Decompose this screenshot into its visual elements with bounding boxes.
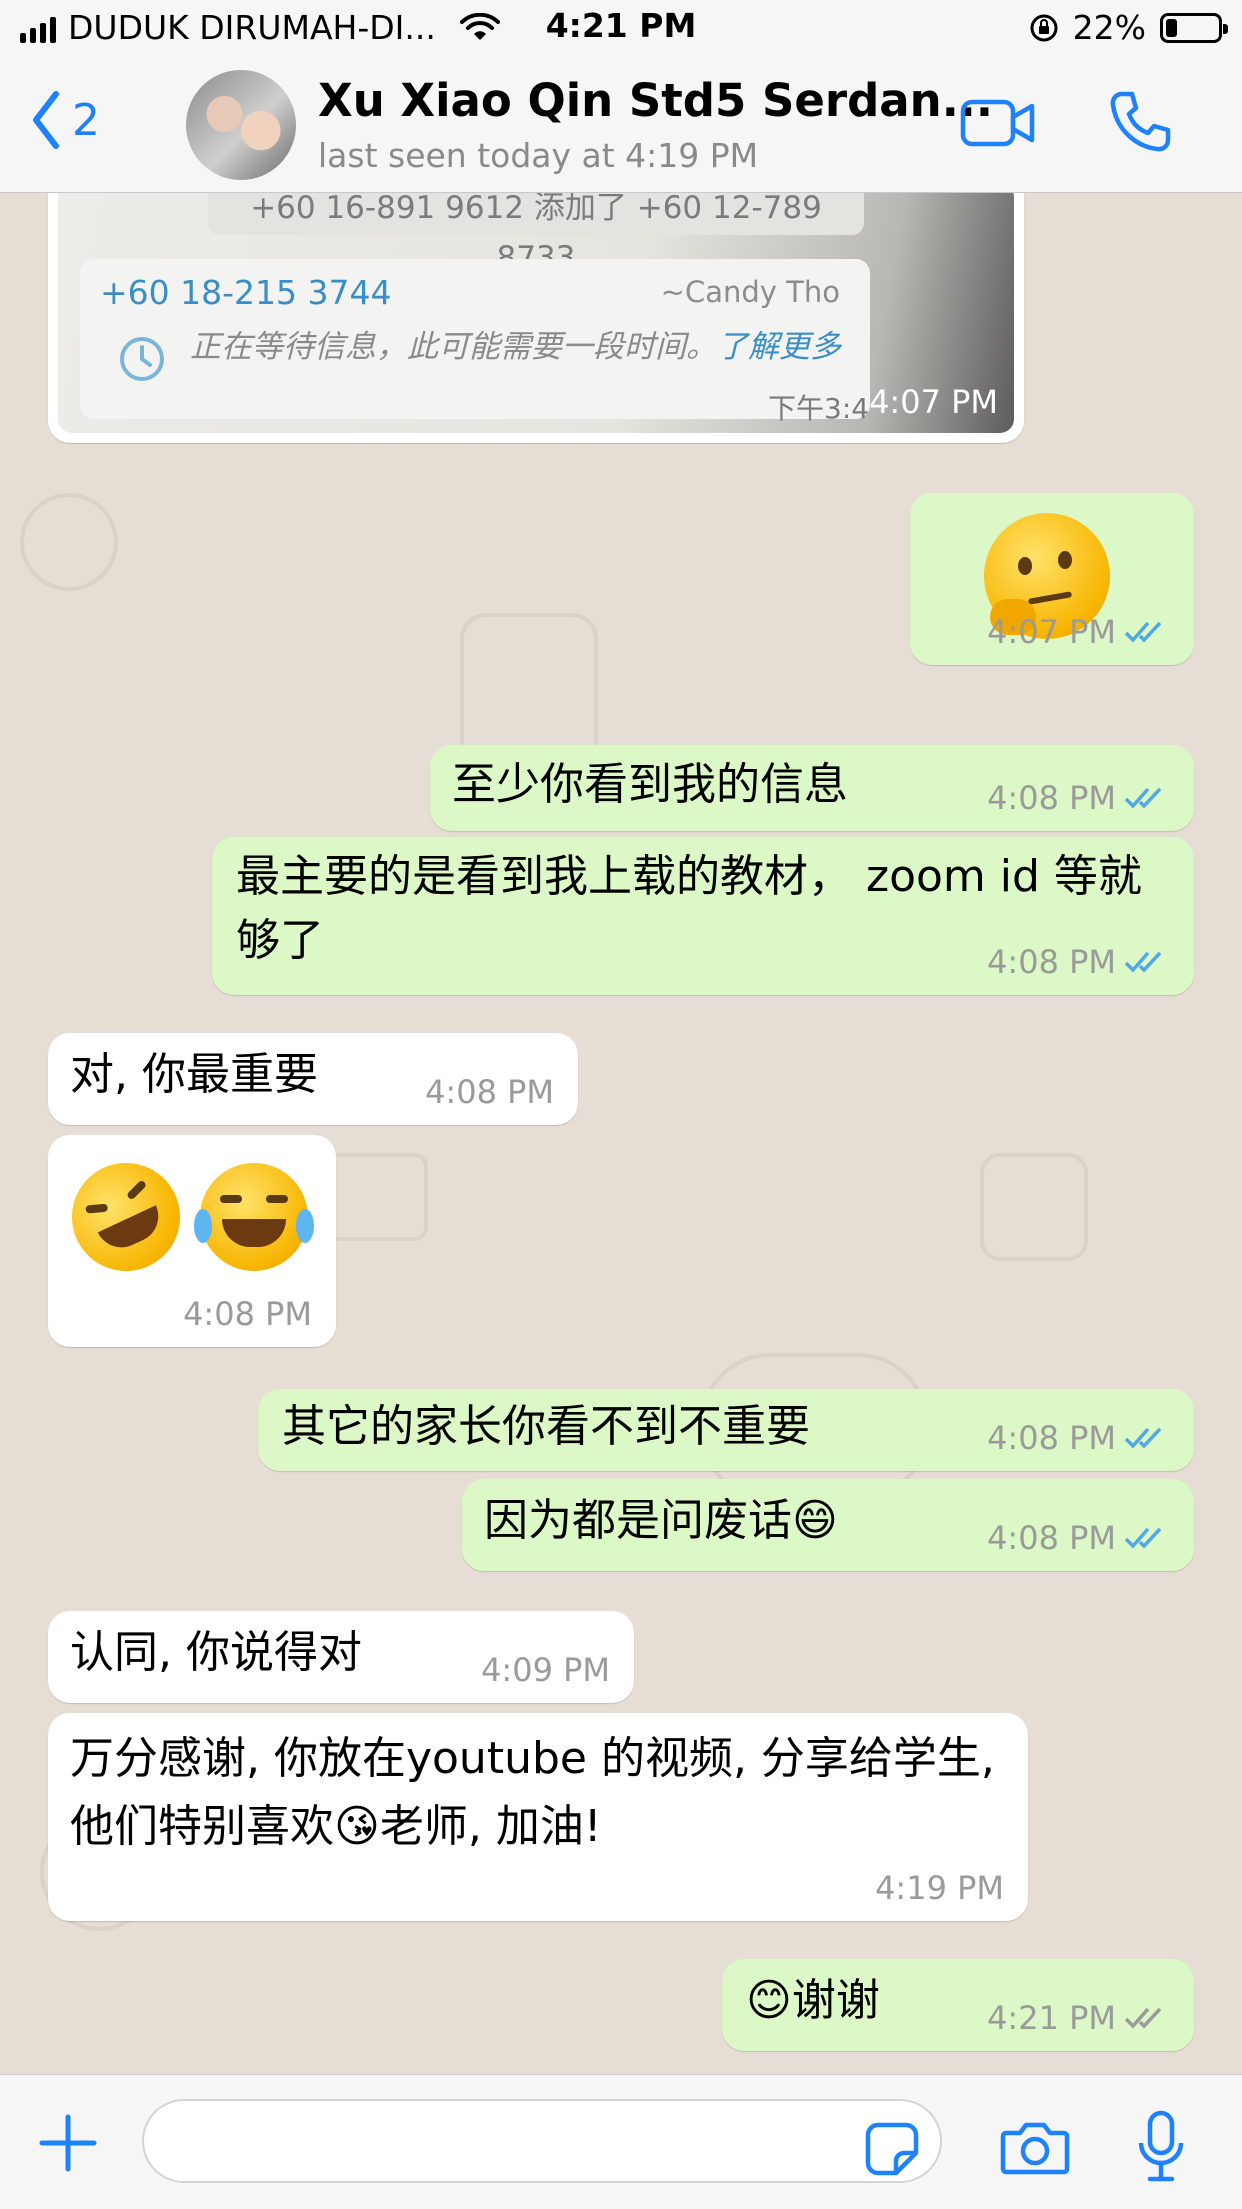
clock-icon (120, 337, 164, 381)
microphone-icon[interactable] (1136, 2109, 1186, 2183)
quoted-sender-name: ~Candy Tho (660, 275, 840, 309)
unread-count: 2 (72, 94, 100, 146)
incoming-message[interactable]: 4:08 PM (48, 1135, 336, 1347)
message-text: 万分感谢, 你放在youtube 的视频, 分享给学生,他们特别喜欢😘老师, 加… (70, 1733, 995, 1852)
wallpaper-doodle (20, 493, 118, 591)
message-time: 4:08 PM (987, 779, 1116, 817)
read-receipt-icon (1124, 1527, 1162, 1549)
battery-icon (1160, 12, 1228, 43)
message-meta: 4:21 PM (987, 1999, 1170, 2037)
message-input[interactable] (142, 2099, 942, 2183)
message-time: 4:08 PM (987, 943, 1116, 981)
read-receipt-icon (1124, 951, 1162, 973)
message-time: 4:21 PM (987, 1999, 1116, 2037)
message-time: 4:19 PM (875, 1869, 1004, 1907)
system-notice: +60 16-891 9612 添加了 +60 12-789 8733 (208, 193, 864, 276)
quoted-message: +60 18-215 3744 ~Candy Tho 正在等待信息，此可能需要一… (80, 259, 870, 419)
message-meta: 4:08 PM (987, 779, 1170, 817)
back-button[interactable]: 2 (30, 90, 100, 150)
chevron-left-icon (33, 91, 59, 149)
wallpaper-doodle (980, 1153, 1088, 1261)
read-receipt-icon (1124, 787, 1162, 809)
message-meta: 4:07 PM (987, 613, 1170, 651)
message-time: 4:08 PM (987, 1519, 1116, 1557)
tears-of-joy-face-icon (194, 1163, 314, 1271)
last-seen-status: last seen today at 4:19 PM (318, 136, 759, 175)
orientation-lock-icon (1030, 14, 1058, 41)
rolling-laughing-face-icon (54, 1145, 198, 1289)
battery-group: 22% (1029, 8, 1228, 47)
incoming-message[interactable]: 万分感谢, 你放在youtube 的视频, 分享给学生,他们特别喜欢😘老师, 加… (48, 1713, 1028, 1921)
message-composer (0, 2074, 1242, 2209)
message-meta: 4:19 PM (875, 1869, 1004, 1907)
delivered-receipt-icon (1124, 2007, 1162, 2029)
message-meta: 4:08 PM (183, 1295, 312, 1333)
message-text: 至少你看到我的信息 (452, 759, 848, 810)
image-content: +60 16-891 9612 添加了 +60 12-789 8733 +60 … (58, 193, 1014, 433)
battery-fill (1166, 18, 1177, 37)
incoming-message[interactable]: 认同, 你说得对 4:09 PM (48, 1611, 634, 1703)
message-time: 4:08 PM (183, 1295, 312, 1333)
message-meta: 4:08 PM (987, 943, 1170, 981)
message-time: 4:08 PM (987, 1419, 1116, 1457)
learn-more-link: 了解更多 (717, 329, 841, 365)
message-time: 4:07 PM (987, 613, 1116, 651)
message-meta: 4:09 PM (481, 1651, 610, 1689)
outgoing-message[interactable]: 最主要的是看到我上载的教材， zoom id 等就够了 4:08 PM (212, 837, 1194, 995)
outgoing-message[interactable]: 4:07 PM (910, 493, 1194, 665)
message-meta: 4:08 PM (987, 1519, 1170, 1557)
message-meta: 4:08 PM (425, 1073, 554, 1111)
message-text: 其它的家长你看不到不重要 (282, 1401, 810, 1452)
waiting-message: 正在等待信息，此可能需要一段时间。了解更多 (190, 325, 850, 369)
read-receipt-icon (1124, 621, 1162, 643)
status-bar: DUDUK DIRUMAH-DI... 4:21 PM 22% (0, 0, 1242, 60)
image-message[interactable]: +60 16-891 9612 添加了 +60 12-789 8733 +60 … (48, 193, 1024, 443)
message-text: 对, 你最重要 (70, 1049, 318, 1100)
message-time: 4:09 PM (481, 1651, 610, 1689)
outgoing-message[interactable]: 其它的家长你看不到不重要 4:08 PM (258, 1389, 1194, 1471)
chat-title[interactable]: Xu Xiao Qin Std5 Serdan... (318, 74, 993, 127)
message-text: 😊谢谢 (746, 1975, 880, 2026)
message-text: 认同, 你说得对 (70, 1627, 362, 1678)
waiting-text: 正在等待信息，此可能需要一段时间。 (190, 329, 717, 365)
quoted-sender: +60 18-215 3744 (100, 273, 392, 312)
message-text: 因为都是问废话😄 (484, 1495, 838, 1546)
message-meta: 4:08 PM (987, 1419, 1170, 1457)
image-time: 4:07 PM (869, 383, 998, 421)
plus-icon[interactable] (38, 2113, 98, 2173)
phone-icon[interactable] (1108, 90, 1172, 154)
video-call-icon[interactable] (960, 98, 1036, 148)
outgoing-message[interactable]: 😊谢谢 4:21 PM (722, 1959, 1194, 2051)
read-receipt-icon (1124, 1427, 1162, 1449)
outgoing-message[interactable]: 因为都是问废话😄 4:08 PM (462, 1479, 1194, 1571)
quoted-inner-time: 下午3:4 (768, 392, 870, 425)
avatar[interactable] (186, 70, 296, 180)
chat-area[interactable]: +60 16-891 9612 添加了 +60 12-789 8733 +60 … (0, 193, 1242, 2073)
battery-percent: 22% (1072, 8, 1146, 47)
chat-header: 2 Xu Xiao Qin Std5 Serdan... last seen t… (0, 60, 1242, 193)
camera-icon[interactable] (1000, 2119, 1070, 2175)
incoming-message[interactable]: 对, 你最重要 4:08 PM (48, 1033, 578, 1125)
outgoing-message[interactable]: 至少你看到我的信息 4:08 PM (430, 745, 1194, 831)
sticker-icon[interactable] (864, 2121, 920, 2177)
message-time: 4:08 PM (425, 1073, 554, 1111)
